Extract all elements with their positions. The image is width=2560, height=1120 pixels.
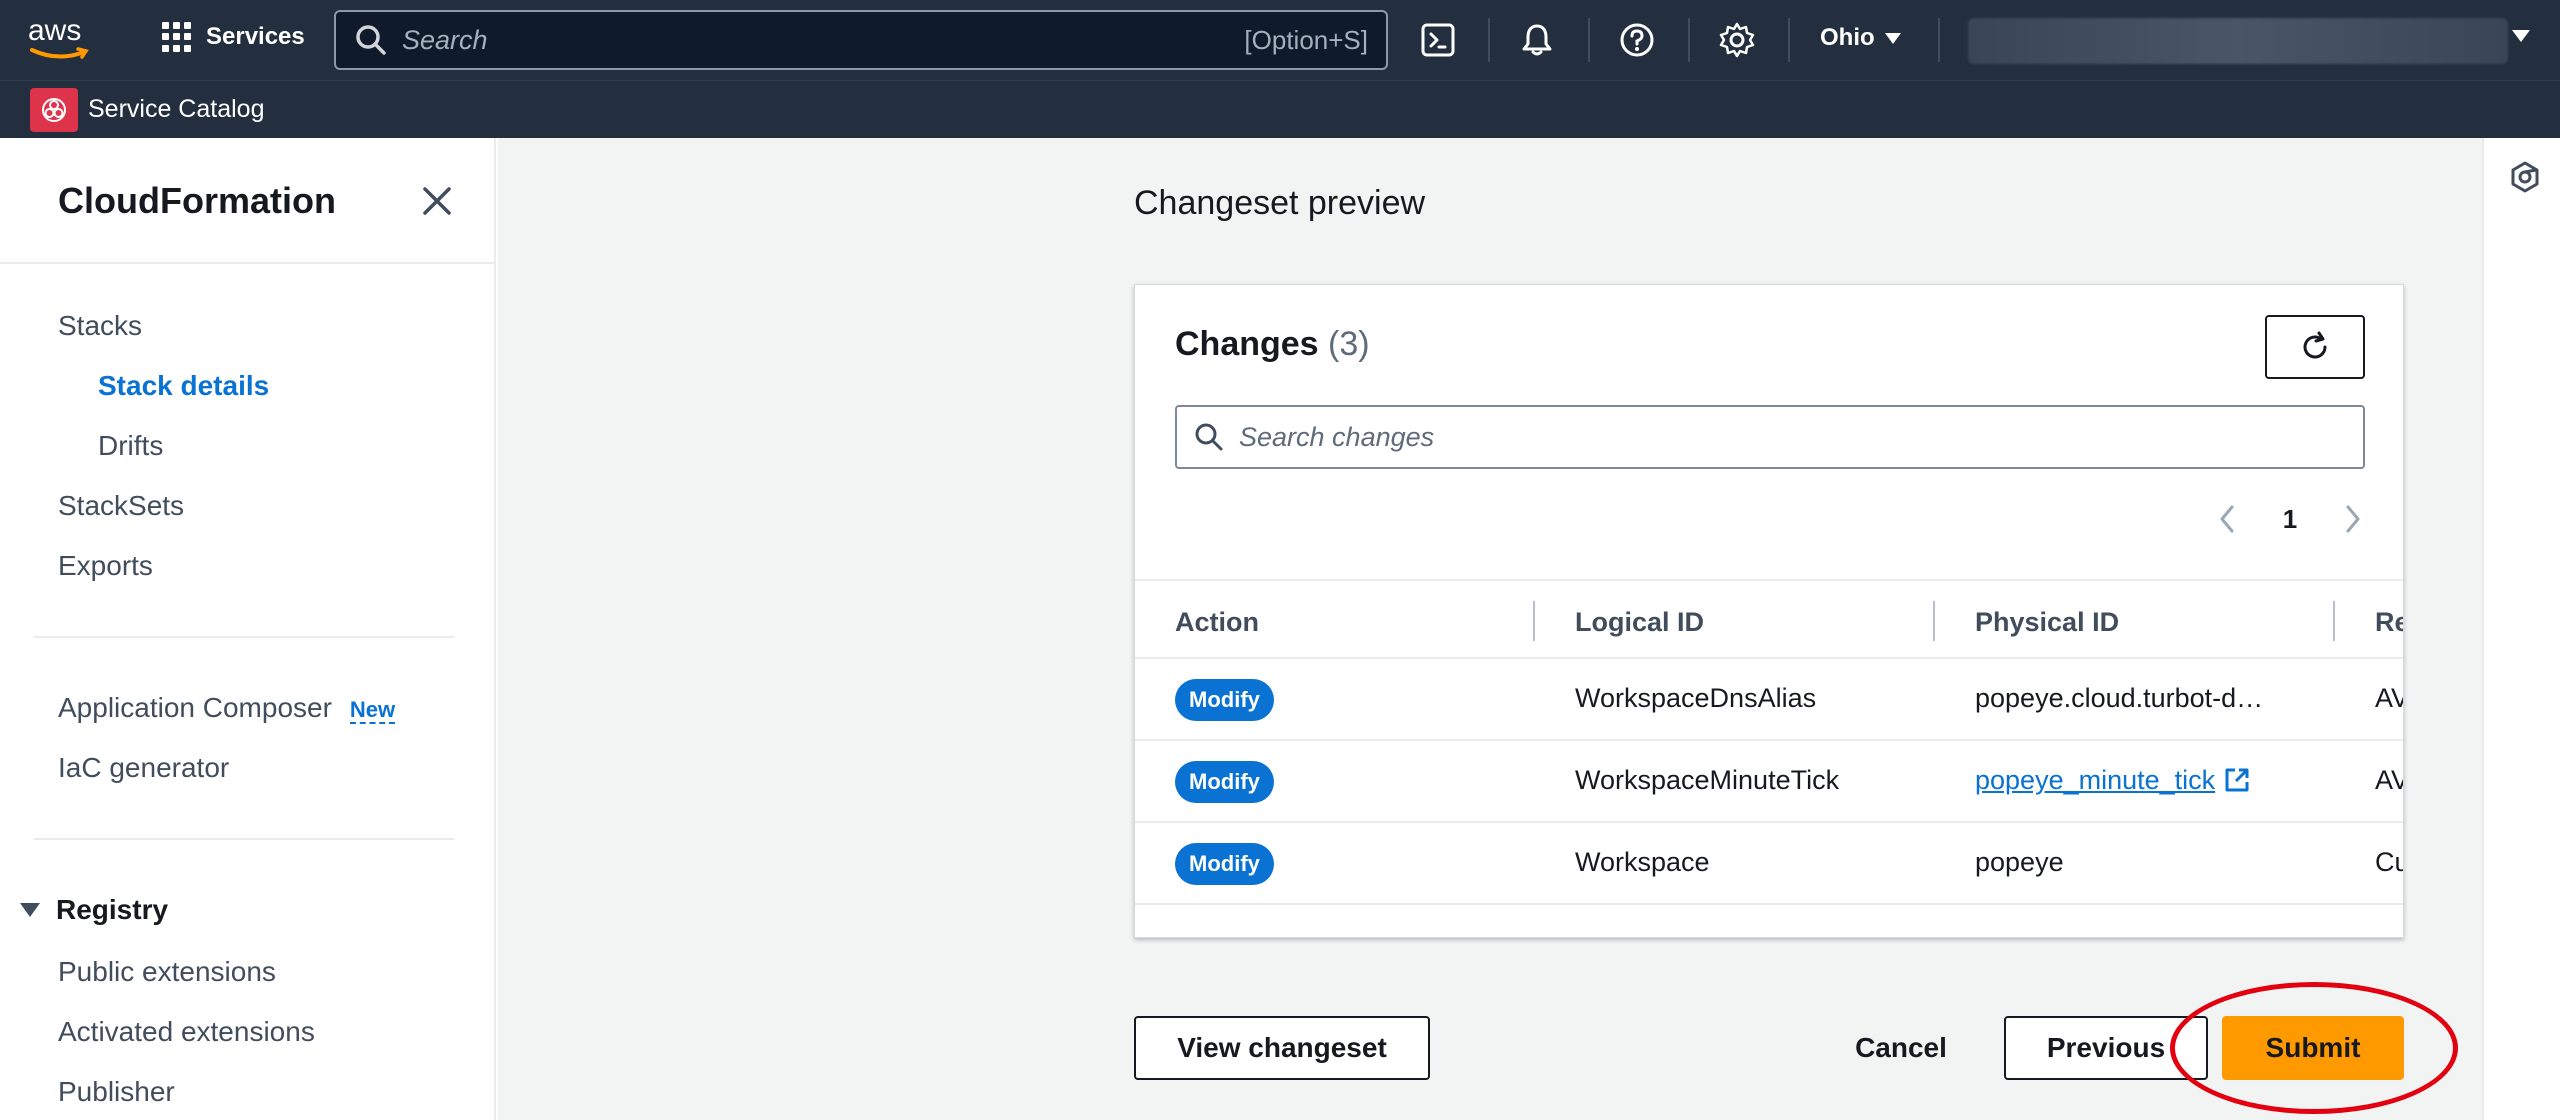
view-changeset-button[interactable]: View changeset xyxy=(1134,1016,1430,1080)
action-badge: Modify xyxy=(1175,761,1274,803)
grid-icon xyxy=(162,22,192,52)
help-icon xyxy=(1620,23,1654,57)
caret-down-icon[interactable] xyxy=(2512,30,2530,42)
column-resizer[interactable] xyxy=(2333,601,2335,641)
search-changes-placeholder: Search changes xyxy=(1239,421,1435,452)
physical-id-link-text[interactable]: popeye_minute_tick xyxy=(1975,765,2215,795)
service-catalog-logo-icon xyxy=(42,98,66,122)
column-header-physical-id[interactable]: Physical ID xyxy=(1975,607,2119,638)
sidebar-item-stacksets[interactable]: StackSets xyxy=(58,490,184,522)
pagination: 1 xyxy=(2215,497,2365,541)
cancel-button[interactable]: Cancel xyxy=(1836,1016,1966,1080)
cloudshell-button[interactable] xyxy=(1420,18,1456,62)
help-button[interactable] xyxy=(1618,18,1656,62)
sidebar-item-application-composer[interactable]: Application Composer New xyxy=(58,692,396,724)
logical-id-cell: Workspace xyxy=(1575,847,1710,877)
table-row: Modify WorkspaceDnsAlias popeye.cloud.tu… xyxy=(1135,659,2403,741)
search-icon xyxy=(1195,423,1223,451)
region-label: Ohio xyxy=(1820,24,1875,51)
previous-button[interactable]: Previous xyxy=(2004,1016,2208,1080)
caret-down-icon xyxy=(1884,32,1901,44)
services-menu-button[interactable]: Services xyxy=(162,22,305,52)
changes-title: Changes xyxy=(1175,325,1319,363)
page-number-1[interactable]: 1 xyxy=(2283,504,2297,535)
chevron-left-icon[interactable] xyxy=(2215,503,2239,535)
resource-type-cell: AV xyxy=(2375,683,2403,713)
close-icon[interactable] xyxy=(420,184,454,218)
changes-container: Changes (3) Search changes 1 Action Logi… xyxy=(1134,284,2404,938)
global-search-input[interactable]: Search [Option+S] xyxy=(334,10,1388,70)
sidebar-item-stacks[interactable]: Stacks xyxy=(58,310,142,342)
search-changes-input[interactable]: Search changes xyxy=(1175,405,2365,469)
aws-logo-text: aws xyxy=(28,14,82,47)
physical-id-cell: popeye xyxy=(1975,847,2064,877)
logical-id-cell: WorkspaceMinuteTick xyxy=(1575,765,1840,795)
changes-table-header: Action Logical ID Physical ID Re xyxy=(1135,579,2403,659)
external-link-icon xyxy=(2225,768,2249,792)
search-shortcut: [Option+S] xyxy=(1244,24,1368,55)
settings-button[interactable] xyxy=(1718,18,1756,62)
physical-id-cell: popeye.cloud.turbot-d… xyxy=(1975,683,2264,713)
services-label: Services xyxy=(206,23,305,50)
sidebar-item-stack-details[interactable]: Stack details xyxy=(98,370,269,402)
nav-separator xyxy=(1788,18,1790,62)
search-placeholder: Search xyxy=(402,24,488,55)
divider xyxy=(0,262,494,264)
top-navigation: aws Services Search [Option+S] Ohio xyxy=(0,0,2560,80)
service-catalog-link[interactable]: Service Catalog xyxy=(88,95,264,124)
sidebar-item-drifts[interactable]: Drifts xyxy=(98,430,163,462)
column-header-resource-type[interactable]: Re xyxy=(2375,607,2403,638)
refresh-button[interactable] xyxy=(2265,315,2365,379)
refresh-icon xyxy=(2303,331,2327,359)
logical-id-cell: WorkspaceDnsAlias xyxy=(1575,683,1817,713)
sidebar-item-publisher[interactable]: Publisher xyxy=(58,1076,175,1108)
service-catalog-icon[interactable] xyxy=(30,88,78,132)
registry-label: Registry xyxy=(56,894,169,925)
caret-down-icon xyxy=(20,903,40,917)
action-badge: Modify xyxy=(1175,679,1274,721)
physical-id-link[interactable]: popeye_minute_tick xyxy=(1975,765,2251,796)
cfn-tools-icon[interactable] xyxy=(2508,160,2542,194)
column-header-logical-id[interactable]: Logical ID xyxy=(1575,607,1704,638)
service-shortcut-bar: Service Catalog xyxy=(0,80,2560,138)
nav-separator xyxy=(1938,18,1940,62)
aws-logo[interactable]: aws xyxy=(28,16,94,64)
new-badge: New xyxy=(349,697,396,724)
column-resizer[interactable] xyxy=(1933,601,1935,641)
divider xyxy=(34,838,454,840)
table-row: Modify WorkspaceMinuteTick popeye_minute… xyxy=(1135,741,2403,823)
sidebar-item-public-extensions[interactable]: Public extensions xyxy=(58,956,276,988)
aws-smile-icon xyxy=(30,47,89,59)
changes-heading: Changes (3) xyxy=(1175,325,1370,364)
region-selector[interactable]: Ohio xyxy=(1820,24,1901,52)
sidebar-item-iac-generator[interactable]: IaC generator xyxy=(58,752,229,784)
changes-count: (3) xyxy=(1328,325,1370,363)
submit-button[interactable]: Submit xyxy=(2222,1016,2404,1080)
gear-icon xyxy=(1719,22,1755,58)
sidebar-title[interactable]: CloudFormation xyxy=(58,180,336,222)
sidebar-item-label: Application Composer xyxy=(58,692,332,723)
side-navigation: CloudFormation Stacks Stack details Drif… xyxy=(0,138,496,1120)
resource-type-cell: Cu xyxy=(2375,847,2403,877)
notifications-button[interactable] xyxy=(1518,18,1556,62)
column-header-action[interactable]: Action xyxy=(1175,607,1259,638)
resource-type-cell: AV xyxy=(2375,765,2403,795)
registry-section-toggle[interactable]: Registry xyxy=(20,894,168,926)
search-icon xyxy=(356,25,386,55)
divider xyxy=(34,636,454,638)
account-menu-redacted[interactable] xyxy=(1968,18,2508,64)
terminal-icon xyxy=(1421,23,1455,57)
page-title: Changeset preview xyxy=(1134,184,1426,222)
sidebar-item-activated-extensions[interactable]: Activated extensions xyxy=(58,1016,315,1048)
tools-panel-rail xyxy=(2482,138,2560,1120)
table-row: Modify Workspace popeye Cu xyxy=(1135,823,2403,905)
bell-icon xyxy=(1522,24,1552,56)
nav-separator xyxy=(1688,18,1690,62)
action-badge: Modify xyxy=(1175,843,1274,885)
nav-separator xyxy=(1588,18,1590,62)
sidebar-item-exports[interactable]: Exports xyxy=(58,550,153,582)
chevron-right-icon[interactable] xyxy=(2341,503,2365,535)
column-resizer[interactable] xyxy=(1533,601,1535,641)
nav-separator xyxy=(1488,18,1490,62)
